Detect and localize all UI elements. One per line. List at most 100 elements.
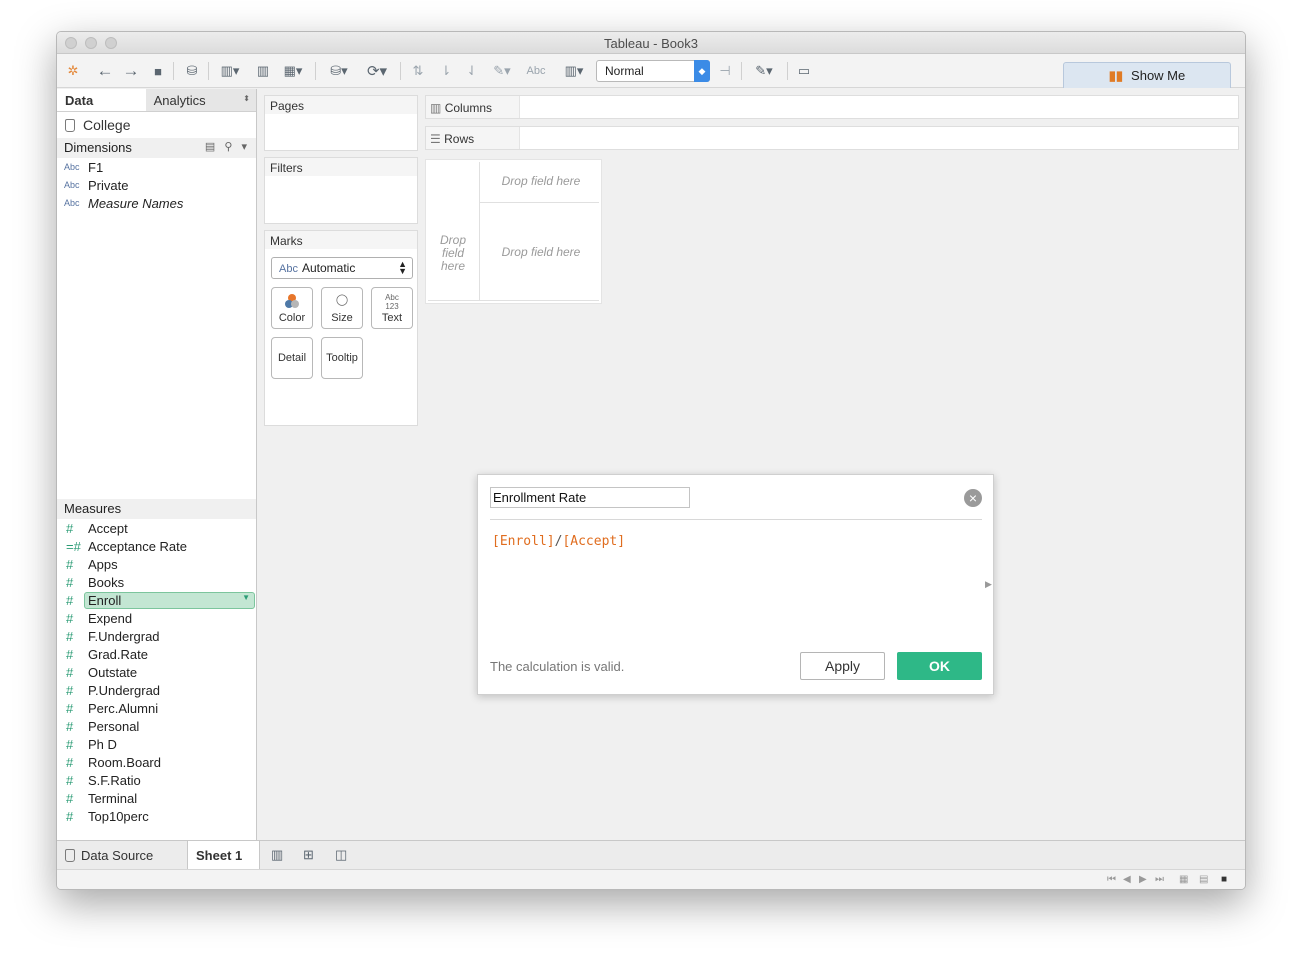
measure-field[interactable]: # Room.Board [57, 753, 256, 771]
fit-dropdown[interactable]: Normal ◆ [596, 60, 710, 82]
dimension-field[interactable]: Abc Measure Names [57, 194, 256, 212]
drop-zone-columns[interactable]: Drop field here [482, 175, 600, 188]
presentation-mode-icon[interactable]: ▭ [793, 60, 815, 82]
first-sheet-icon[interactable]: ⏮ [1107, 874, 1116, 885]
text-button[interactable]: Abc 123 Text [371, 287, 413, 329]
text-mark-icon: Abc [279, 263, 298, 275]
color-button[interactable]: Color [271, 287, 313, 329]
measure-field[interactable]: # Ph D [57, 735, 256, 753]
new-worksheet-icon[interactable]: ▥ [263, 841, 291, 869]
undo-icon[interactable]: ← [95, 60, 115, 82]
tableau-logo-icon[interactable]: ✲ [63, 60, 83, 82]
new-story-icon[interactable]: ◫ [327, 841, 355, 869]
measure-field[interactable]: # Grad.Rate [57, 645, 256, 663]
string-type-icon: Abc [64, 162, 80, 172]
detail-button[interactable]: Detail [271, 337, 313, 379]
sort-ascending-icon[interactable]: ⇂ [435, 60, 457, 82]
measure-field[interactable]: # P.Undergrad [57, 681, 256, 699]
measure-field[interactable]: # S.F.Ratio [57, 771, 256, 789]
next-sheet-icon[interactable]: ▶ [1139, 874, 1147, 885]
measure-field[interactable]: # Terminal [57, 789, 256, 807]
sort-descending-icon[interactable]: ⇃ [461, 60, 483, 82]
prev-sheet-icon[interactable]: ◀ [1123, 874, 1131, 885]
filmstrip-icon[interactable]: ▤ [1199, 874, 1208, 885]
number-type-icon: # [66, 628, 74, 644]
title-bar: Tableau - Book3 [57, 32, 1245, 54]
show-labels-icon[interactable]: Abc [523, 60, 549, 82]
formula-editor[interactable]: [Enroll]/[Accept] [492, 534, 625, 549]
number-type-icon: # [66, 556, 74, 572]
tab-data[interactable]: Data [57, 89, 146, 111]
drop-zone-pane[interactable]: Drop field here [482, 246, 600, 259]
apply-button[interactable]: Apply [800, 652, 885, 680]
view-drop-area[interactable]: Drop field here Drop field here Drop fie… [425, 159, 602, 304]
status-bar: ⏮ ◀ ▶ ⏭ ▦ ▤ ■ [57, 869, 1245, 889]
tooltip-button[interactable]: Tooltip [321, 337, 363, 379]
string-type-icon: Abc [64, 198, 80, 208]
shelves-panel: Pages Filters Marks Abc Automatic ▲ ▼ Colo… [264, 95, 418, 432]
size-icon: ◯ [335, 294, 349, 306]
dimension-field[interactable]: Abc Private [57, 176, 256, 194]
format-workbook-icon[interactable]: ✎▾ [747, 60, 781, 82]
number-type-icon: # [66, 754, 74, 770]
fix-axes-icon[interactable]: ⊣ [715, 60, 735, 82]
last-sheet-icon[interactable]: ⏭ [1155, 874, 1164, 885]
measure-field[interactable]: # F.Undergrad [57, 627, 256, 645]
measure-field[interactable]: =# Acceptance Rate [57, 537, 256, 555]
database-icon [65, 118, 75, 132]
number-type-icon: # [66, 700, 74, 716]
save-icon[interactable]: ■ [148, 60, 168, 82]
size-button[interactable]: ◯ Size [321, 287, 363, 329]
tab-sheet-1[interactable]: Sheet 1 [187, 841, 260, 869]
calculation-name-input[interactable]: Enrollment Rate [490, 487, 690, 508]
number-type-icon: # [66, 790, 74, 806]
mark-type-dropdown[interactable]: Abc Automatic ▲ ▼ [271, 257, 413, 279]
measure-field[interactable]: # Books [57, 573, 256, 591]
redo-icon[interactable]: → [121, 60, 141, 82]
measure-field[interactable]: # Perc.Alumni [57, 699, 256, 717]
highlight-icon[interactable]: ✎▾ [485, 60, 519, 82]
calculation-dialog: Enrollment Rate × [Enroll]/[Accept] ▶ Th… [477, 474, 994, 695]
dimension-field[interactable]: Abc F1 [57, 158, 256, 176]
measure-field[interactable]: # Top10perc [57, 807, 256, 825]
search-icon[interactable]: ▤ ⚲ ▾ [205, 140, 250, 153]
sheet-tabs-bar: Data Source Sheet 1 ▥ ⊞ ◫ [57, 840, 1245, 869]
chart-type-icon[interactable]: ▥▾ [557, 60, 591, 82]
new-datasource-icon[interactable]: ⛁ [181, 60, 203, 82]
drop-zone-rows[interactable]: Drop field here [428, 234, 478, 273]
sheet-sorter-icon[interactable]: ▦ [1179, 874, 1188, 885]
refresh-icon[interactable]: ⟳▾ [361, 60, 393, 82]
expand-panel-icon[interactable]: ▶ [985, 579, 992, 590]
close-icon[interactable]: × [964, 489, 982, 507]
rows-shelf[interactable]: ☰ Rows [425, 126, 1239, 150]
filters-shelf[interactable]: Filters [264, 157, 418, 224]
duplicate-sheet-icon[interactable]: ▥ [253, 60, 273, 82]
new-worksheet-icon[interactable]: ▥▾ [214, 60, 246, 82]
data-pane: Data Analytics ⬍ College Dimensions ▤ ⚲ … [57, 89, 257, 840]
text-label-icon: Abc 123 [385, 293, 399, 311]
tab-analytics[interactable]: Analytics ⬍ [146, 89, 256, 111]
clear-sheet-icon[interactable]: ▦▾ [277, 60, 309, 82]
measure-field[interactable]: # Accept [57, 519, 256, 537]
new-dashboard-icon[interactable]: ⊞ [295, 841, 322, 869]
pages-shelf[interactable]: Pages [264, 95, 418, 151]
swap-rows-columns-icon[interactable]: ⇅ [407, 60, 429, 82]
datasource-item[interactable]: College [57, 112, 256, 138]
measure-field-selected[interactable]: # Enroll ▼ [57, 591, 256, 609]
measure-field[interactable]: # Apps [57, 555, 256, 573]
tabs-view-icon[interactable]: ■ [1221, 874, 1227, 885]
pane-tabs: Data Analytics ⬍ [57, 89, 256, 112]
tab-data-source[interactable]: Data Source [57, 841, 187, 869]
measure-field[interactable]: # Outstate [57, 663, 256, 681]
number-type-icon: # [66, 772, 74, 788]
pause-updates-icon[interactable]: ⛁▾ [323, 60, 355, 82]
measure-field[interactable]: # Personal [57, 717, 256, 735]
ok-button[interactable]: OK [897, 652, 982, 680]
field-menu-chevron-icon[interactable]: ▼ [242, 593, 250, 602]
measure-field[interactable]: # Expend [57, 609, 256, 627]
columns-shelf[interactable]: ▥ Columns [425, 95, 1239, 119]
marks-card: Marks Abc Automatic ▲ ▼ Color ◯ Size Abc 12… [264, 230, 418, 426]
number-type-icon: # [66, 682, 74, 698]
show-me-button[interactable]: ▮▮ Show Me [1063, 62, 1231, 88]
columns-icon: ▥ [430, 101, 442, 115]
